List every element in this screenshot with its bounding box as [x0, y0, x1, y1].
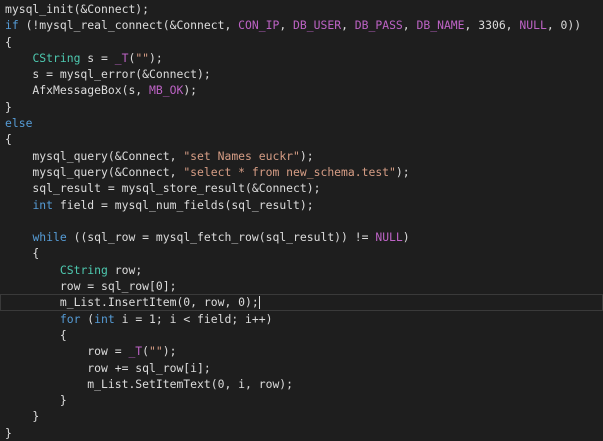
code-token: s = mysql_error(&Connect); — [5, 67, 211, 82]
code-token: m_List.InsertItem(0, row, 0); — [5, 295, 259, 310]
code-token: , — [279, 18, 294, 33]
code-line[interactable]: mysql_init(&Connect); — [0, 1, 603, 17]
code-token: ((sql_row = mysql_fetch_row(sql_result))… — [66, 230, 376, 245]
code-token: , — [341, 18, 355, 33]
code-token: { — [5, 34, 12, 49]
code-token: ); — [395, 164, 410, 179]
code-line[interactable]: CString row; — [0, 262, 603, 278]
code-line[interactable]: } — [0, 392, 603, 408]
code-token: while — [32, 230, 67, 245]
code-token: CString — [59, 262, 108, 277]
code-token: DB_PASS — [354, 18, 403, 33]
code-token: ( — [142, 344, 150, 359]
code-token: ) — [402, 230, 410, 245]
code-token: { — [5, 327, 67, 342]
code-editor[interactable]: mysql_init(&Connect); if (!mysql_real_con… — [0, 0, 603, 440]
code-token: row = — [5, 344, 129, 359]
code-token: NULL — [375, 230, 403, 245]
code-token: AfxMessageBox(s, — [5, 83, 150, 98]
code-line[interactable]: row = sql_row[0]; — [0, 278, 603, 294]
code-token: sql_result = mysql_store_result(&Connect… — [5, 181, 321, 196]
code-token: ( — [80, 311, 95, 326]
code-token: { — [5, 246, 40, 261]
code-token: } — [5, 99, 12, 114]
code-line[interactable]: else — [0, 115, 603, 131]
code-line[interactable]: { — [0, 34, 603, 50]
code-token: } — [5, 409, 40, 424]
code-token: mysql_init(&Connect); — [5, 2, 150, 16]
code-line[interactable]: row += sql_row[i]; — [0, 360, 603, 376]
code-token: for — [59, 311, 81, 326]
code-line[interactable]: } — [0, 408, 603, 424]
code-token: mysql_query(&Connect, — [5, 148, 184, 163]
code-token: CString — [32, 50, 81, 65]
code-line[interactable]: for (int i = 1; i < field; i++) — [0, 311, 603, 327]
code-token: DB_NAME — [416, 18, 465, 33]
code-token: mysql_query(&Connect, — [5, 164, 184, 179]
code-token: DB_USER — [293, 18, 342, 33]
code-token: field = mysql_num_fields(sql_result); — [53, 197, 314, 212]
code-line[interactable] — [0, 213, 603, 229]
code-token: NULL — [519, 18, 547, 33]
code-token: row += sql_row[i]; — [5, 360, 211, 375]
code-token: row = sql_row[0]; — [5, 279, 177, 294]
code-line[interactable]: CString s = _T(""); — [0, 50, 603, 66]
code-token: } — [5, 425, 12, 440]
code-line[interactable]: { — [0, 327, 603, 343]
code-token: if — [5, 18, 19, 33]
code-token: "" — [149, 344, 163, 359]
code-line[interactable]: AfxMessageBox(s, MB_OK); — [0, 82, 603, 98]
code-line[interactable]: { — [0, 131, 603, 147]
code-line[interactable]: { — [0, 245, 603, 261]
code-token: } — [5, 393, 67, 408]
code-token: CON_IP — [238, 18, 280, 33]
code-token: ); — [183, 83, 198, 98]
code-token: { — [5, 132, 12, 147]
code-line[interactable]: while ((sql_row = mysql_fetch_row(sql_re… — [0, 229, 603, 245]
code-line[interactable]: m_List.InsertItem(0, row, 0); — [0, 294, 603, 311]
code-token: , — [402, 18, 417, 33]
code-token: ); — [299, 148, 314, 163]
code-line[interactable]: mysql_query(&Connect, "set Names euckr")… — [0, 148, 603, 164]
code-line[interactable]: m_List.SetItemText(0, i, row); — [0, 376, 603, 392]
code-line[interactable]: if (!mysql_real_connect(&Connect, CON_IP… — [0, 17, 603, 33]
code-token: int — [32, 197, 54, 212]
code-token: (!mysql_real_connect(&Connect, — [18, 18, 239, 33]
code-token: ); — [149, 50, 163, 65]
code-token: i = 1; i < field; i++) — [114, 311, 273, 326]
code-line[interactable]: s = mysql_error(&Connect); — [0, 66, 603, 82]
code-token: int — [94, 311, 115, 326]
code-token: , 0)) — [546, 18, 582, 33]
code-token: "set Names euckr" — [183, 148, 300, 163]
code-token: "select * from new_schema.test" — [183, 164, 396, 179]
code-token: s = — [80, 50, 115, 65]
code-token: row; — [107, 262, 143, 277]
code-line[interactable]: mysql_query(&Connect, "select * from new… — [0, 164, 603, 180]
code-token: _T — [114, 50, 129, 65]
code-line[interactable]: row = _T(""); — [0, 343, 603, 359]
text-caret — [258, 296, 260, 310]
code-line[interactable]: sql_result = mysql_store_result(&Connect… — [0, 180, 603, 196]
code-token: m_List.SetItemText(0, i, row); — [5, 376, 294, 391]
code-token: ); — [162, 344, 177, 359]
code-token: else — [5, 116, 33, 131]
code-line[interactable]: int field = mysql_num_fields(sql_result)… — [0, 197, 603, 213]
code-token: _T — [128, 344, 143, 359]
code-token: MB_OK — [149, 83, 184, 98]
code-token: , 3306, — [464, 18, 520, 33]
code-token: "" — [135, 50, 150, 65]
code-line[interactable]: } — [0, 99, 603, 115]
